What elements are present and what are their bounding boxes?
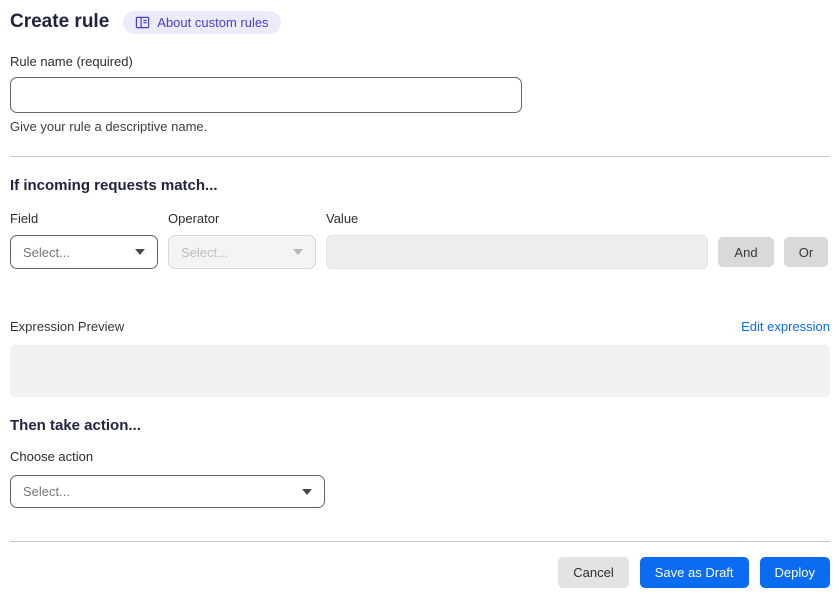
and-button[interactable]: And [718,237,774,267]
create-rule-form: Create rule About custom rules Rule name… [0,0,839,588]
title-row: Create rule About custom rules [10,10,830,34]
rule-name-helper: Give your rule a descriptive name. [10,119,208,134]
match-section-heading: If incoming requests match... [10,177,218,194]
action-select[interactable]: Select... [10,475,325,508]
field-select[interactable]: Select... [10,235,158,269]
field-select-value: Select... [23,244,70,260]
action-section-heading: Then take action... [10,417,141,434]
operator-select[interactable]: Select... [168,235,316,269]
edit-expression-link[interactable]: Edit expression [741,319,830,335]
rule-name-label: Rule name (required) [10,54,133,69]
value-label: Value [326,211,359,226]
rule-name-input[interactable] [10,77,522,113]
deploy-button[interactable]: Deploy [759,557,830,588]
action-select-value: Select... [23,484,70,499]
operator-select-value: Select... [181,244,228,260]
chevron-down-icon [302,488,312,495]
expression-preview-box [10,345,830,397]
chevron-down-icon [293,249,303,255]
about-badge-label: About custom rules [157,14,269,30]
choose-action-label: Choose action [10,449,94,464]
operator-label: Operator [168,211,220,226]
section-divider [10,156,830,157]
footer-divider [10,541,830,542]
value-input[interactable] [326,235,708,269]
book-icon [135,15,150,30]
chevron-down-icon [135,249,145,255]
or-button[interactable]: Or [784,237,828,267]
about-custom-rules-link[interactable]: About custom rules [123,10,281,34]
field-label: Field [10,211,39,226]
footer-actions: Cancel Save as Draft Deploy [10,557,830,588]
expression-preview-label: Expression Preview [10,319,125,334]
expression-builder: Field Operator Value Select... Select...… [10,211,830,269]
page-title: Create rule [10,11,110,32]
save-as-draft-button[interactable]: Save as Draft [639,557,749,588]
expression-preview-header: Expression Preview Edit expression [10,319,830,335]
cancel-button[interactable]: Cancel [558,557,629,588]
